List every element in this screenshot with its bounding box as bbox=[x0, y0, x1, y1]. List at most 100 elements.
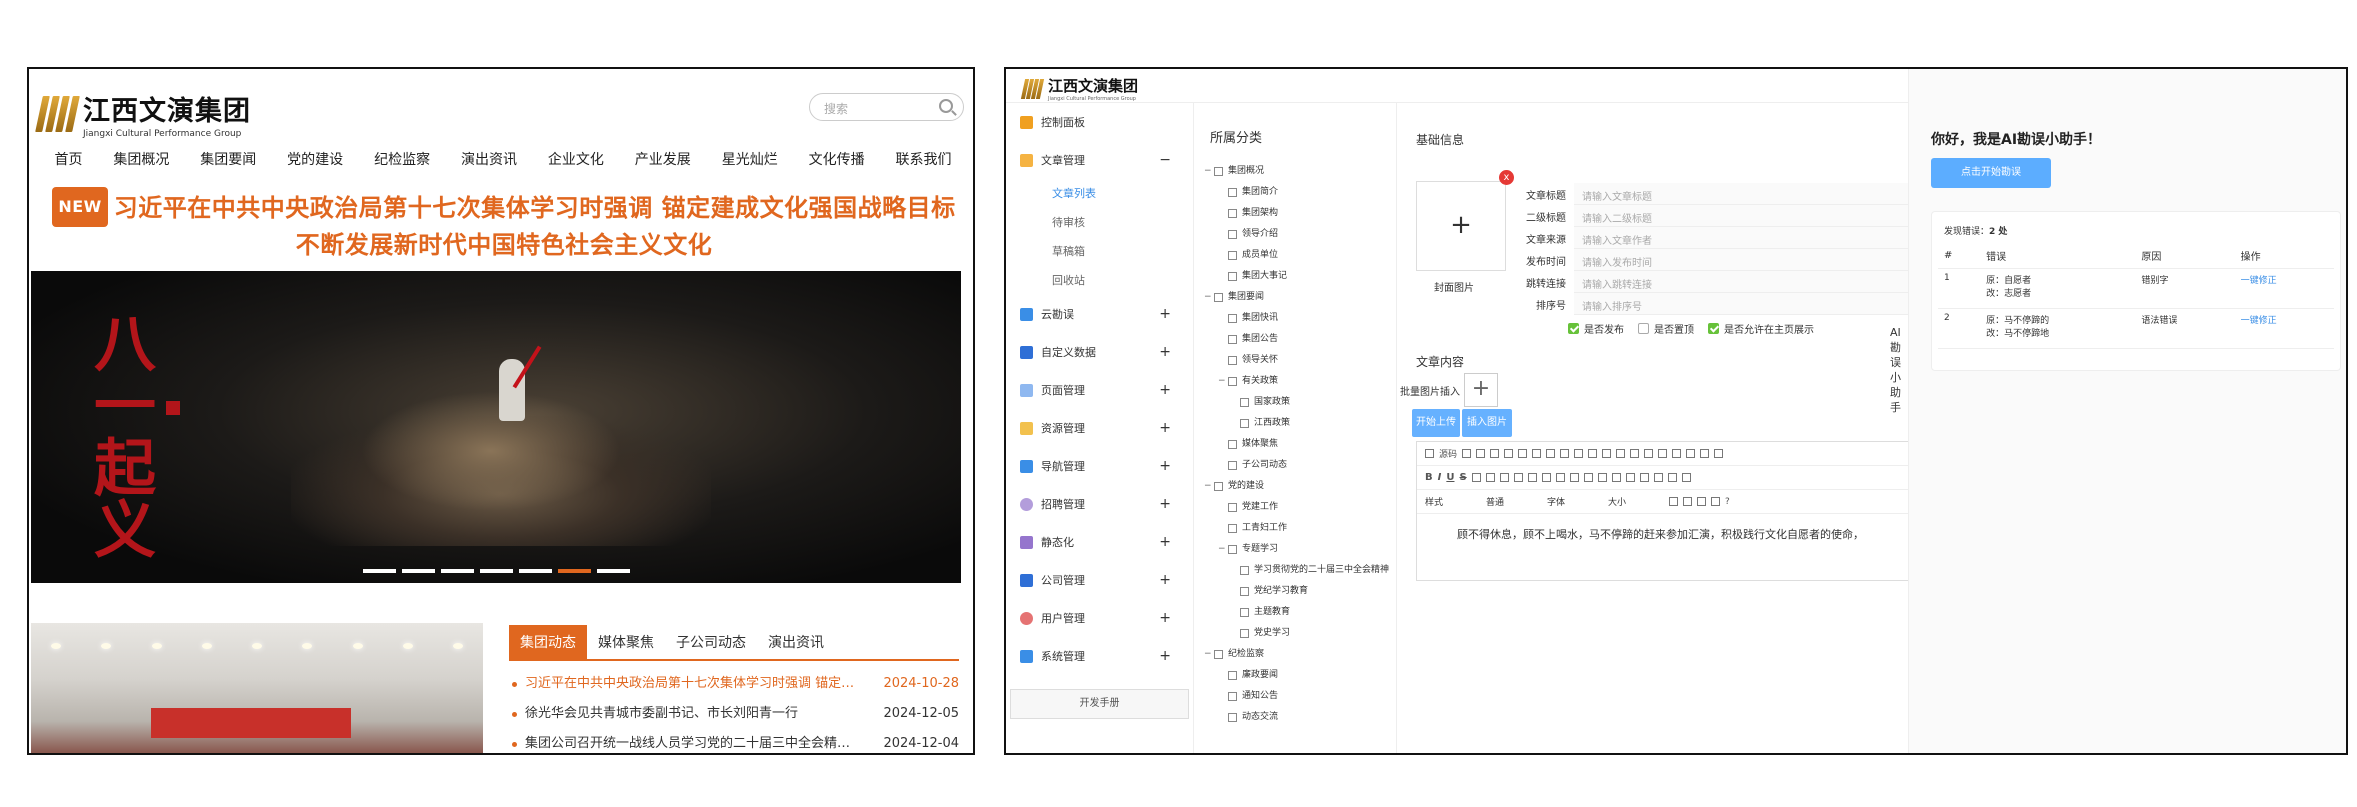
start-proofread-button[interactable]: 点击开始勘误 bbox=[1931, 158, 2051, 188]
paste-icon[interactable] bbox=[1560, 449, 1570, 458]
outdent-icon[interactable] bbox=[1541, 473, 1551, 482]
maximize-icon[interactable] bbox=[1697, 497, 1706, 506]
cms-logo[interactable]: 江西文演集团 Jiangxi Cultural Performance Grou… bbox=[1020, 75, 1138, 102]
category-node[interactable]: 集团大事记 bbox=[1204, 266, 1389, 287]
expand-icon[interactable]: + bbox=[1159, 534, 1171, 550]
carousel-dot-active[interactable] bbox=[557, 569, 591, 573]
checkbox-publish[interactable]: 是否发布 bbox=[1568, 321, 1624, 336]
sidebar-item-custom-data[interactable]: 自定义数据 + bbox=[1006, 333, 1193, 371]
sidebar-item-recruit[interactable]: 招聘管理 + bbox=[1006, 485, 1193, 523]
checkbox-icon[interactable] bbox=[1228, 377, 1237, 386]
checkbox-icon[interactable] bbox=[1228, 440, 1237, 449]
category-node[interactable]: 集团公告 bbox=[1204, 329, 1389, 350]
style-select[interactable]: 样式 bbox=[1425, 495, 1481, 508]
category-node[interactable]: 国家政策 bbox=[1204, 392, 1389, 413]
expand-icon[interactable]: + bbox=[1159, 420, 1171, 436]
undo-icon[interactable] bbox=[1602, 449, 1612, 458]
list-item[interactable]: 集团公司召开统一战线人员学习党的二十届三中全会精神暨... 2024-12-04 bbox=[509, 729, 959, 753]
checkbox-icon[interactable] bbox=[1240, 566, 1249, 575]
sidebar-item-navigation[interactable]: 导航管理 + bbox=[1006, 447, 1193, 485]
nav-item[interactable]: 产业发展 bbox=[635, 149, 691, 169]
underline-icon[interactable]: U bbox=[1446, 472, 1454, 483]
category-node[interactable]: 主题教育 bbox=[1204, 602, 1389, 623]
carousel-dot[interactable] bbox=[479, 569, 513, 573]
headline-line2[interactable]: 不断发展新时代中国特色社会主义文化 bbox=[39, 227, 969, 263]
cut-icon[interactable] bbox=[1532, 449, 1542, 458]
checkbox-icon[interactable] bbox=[1228, 545, 1237, 554]
strike-icon[interactable]: S bbox=[1459, 472, 1466, 483]
category-node[interactable]: − 有关政策 bbox=[1204, 371, 1389, 392]
expand-icon[interactable]: + bbox=[1159, 572, 1171, 588]
expand-icon[interactable]: + bbox=[1159, 344, 1171, 360]
category-node[interactable]: 党建工作 bbox=[1204, 497, 1389, 518]
checkbox-tool-icon[interactable] bbox=[1700, 449, 1710, 458]
expand-icon[interactable]: + bbox=[1159, 610, 1171, 626]
help-icon[interactable]: ? bbox=[1725, 497, 1730, 507]
expand-icon[interactable]: + bbox=[1159, 458, 1171, 474]
category-node[interactable]: 动态交流 bbox=[1204, 707, 1389, 728]
list-item[interactable]: 徐光华会见共青城市委副书记、市长刘阳青一行 2024-12-05 bbox=[509, 699, 959, 729]
headline-line1[interactable]: 习近平在中共中央政治局第十七次集体学习时强调 锚定建成文化强国战略目标 bbox=[114, 194, 956, 222]
tab-performance[interactable]: 演出资讯 bbox=[757, 625, 835, 659]
paste-word-icon[interactable] bbox=[1588, 449, 1598, 458]
sidebar-item-dashboard[interactable]: 控制面板 bbox=[1006, 103, 1193, 141]
headline[interactable]: NEW 习近平在中共中央政治局第十七次集体学习时强调 锚定建成文化强国战略目标 不… bbox=[39, 187, 969, 263]
editor-body[interactable]: 顾不得休息，顾不上喝水，马不停蹄的赶来参加汇演，积极践行文化自愿者的使命， bbox=[1417, 514, 1908, 542]
checkbox-pin[interactable]: 是否置顶 bbox=[1638, 321, 1694, 336]
category-node[interactable]: 党史学习 bbox=[1204, 623, 1389, 644]
category-node[interactable]: 工青妇工作 bbox=[1204, 518, 1389, 539]
category-node[interactable]: 党纪学习教育 bbox=[1204, 581, 1389, 602]
language-icon[interactable] bbox=[1681, 473, 1691, 482]
nav-item[interactable]: 首页 bbox=[54, 149, 82, 169]
align-right-icon[interactable] bbox=[1625, 473, 1635, 482]
category-node[interactable]: 媒体聚焦 bbox=[1204, 434, 1389, 455]
nav-item[interactable]: 联系我们 bbox=[896, 149, 952, 169]
checkbox-icon[interactable] bbox=[1240, 398, 1249, 407]
bullet-list-icon[interactable] bbox=[1527, 473, 1537, 482]
category-node[interactable]: 集团快讯 bbox=[1204, 308, 1389, 329]
checkbox-icon[interactable] bbox=[1228, 251, 1237, 260]
category-node[interactable]: 廉政要闻 bbox=[1204, 665, 1389, 686]
expand-icon[interactable]: + bbox=[1159, 496, 1171, 512]
tree-toggle-icon[interactable]: − bbox=[1204, 644, 1214, 665]
sidebar-item-static[interactable]: 静态化 + bbox=[1006, 523, 1193, 561]
checkbox-icon[interactable] bbox=[1214, 482, 1223, 491]
template-icon[interactable] bbox=[1518, 449, 1528, 458]
clear-format-icon[interactable] bbox=[1499, 473, 1509, 482]
news-title[interactable]: 习近平在中共中央政治局第十七次集体学习时强调 锚定建... bbox=[509, 669, 859, 699]
nav-item[interactable]: 党的建设 bbox=[287, 149, 343, 169]
site-logo[interactable]: 江西文演集团 Jiangxi Cultural Performance Grou… bbox=[35, 89, 251, 139]
list-item[interactable]: 习近平在中共中央政治局第十七次集体学习时强调 锚定建... 2024-10-28 bbox=[509, 669, 959, 699]
publish-time-input[interactable]: 请输入发布时间 bbox=[1574, 249, 1908, 271]
one-click-fix-link[interactable]: 一键修正 bbox=[2241, 316, 2277, 326]
text-color-icon[interactable] bbox=[1669, 497, 1678, 506]
news-title[interactable]: 集团公司召开统一战线人员学习党的二十届三中全会精神暨... bbox=[509, 729, 859, 753]
redirect-input[interactable]: 请输入跳转连接 bbox=[1574, 271, 1908, 293]
category-node[interactable]: 子公司动态 bbox=[1204, 455, 1389, 476]
align-left-icon[interactable] bbox=[1597, 473, 1607, 482]
category-node[interactable]: 集团简介 bbox=[1204, 182, 1389, 203]
subtitle-input[interactable]: 请输入二级标题 bbox=[1574, 205, 1908, 227]
carousel-dot[interactable] bbox=[401, 569, 435, 573]
indent-icon[interactable] bbox=[1555, 473, 1565, 482]
expand-icon[interactable]: + bbox=[1159, 648, 1171, 664]
cover-upload[interactable]: + bbox=[1416, 181, 1506, 271]
checkbox-icon[interactable] bbox=[1228, 272, 1237, 281]
carousel-dot[interactable] bbox=[362, 569, 396, 573]
paste-text-icon[interactable] bbox=[1574, 449, 1584, 458]
news-photo[interactable] bbox=[31, 623, 483, 753]
preview-icon[interactable] bbox=[1490, 449, 1500, 458]
sidebar-item-pages[interactable]: 页面管理 + bbox=[1006, 371, 1193, 409]
carousel-dot[interactable] bbox=[440, 569, 474, 573]
checkbox-homepage[interactable]: 是否允许在主页展示 bbox=[1708, 321, 1814, 336]
start-upload-button[interactable]: 开始上传 bbox=[1412, 409, 1460, 437]
form-icon[interactable] bbox=[1686, 449, 1696, 458]
show-blocks-icon[interactable] bbox=[1711, 497, 1720, 506]
category-node[interactable]: 领导介绍 bbox=[1204, 224, 1389, 245]
justify-icon[interactable] bbox=[1639, 473, 1649, 482]
rtl-icon[interactable] bbox=[1667, 473, 1677, 482]
search-input[interactable]: 搜索 bbox=[809, 93, 964, 121]
tree-toggle-icon[interactable]: − bbox=[1204, 161, 1214, 182]
sidebar-item-system[interactable]: 系统管理 + bbox=[1006, 637, 1193, 675]
new-doc-icon[interactable] bbox=[1476, 449, 1486, 458]
